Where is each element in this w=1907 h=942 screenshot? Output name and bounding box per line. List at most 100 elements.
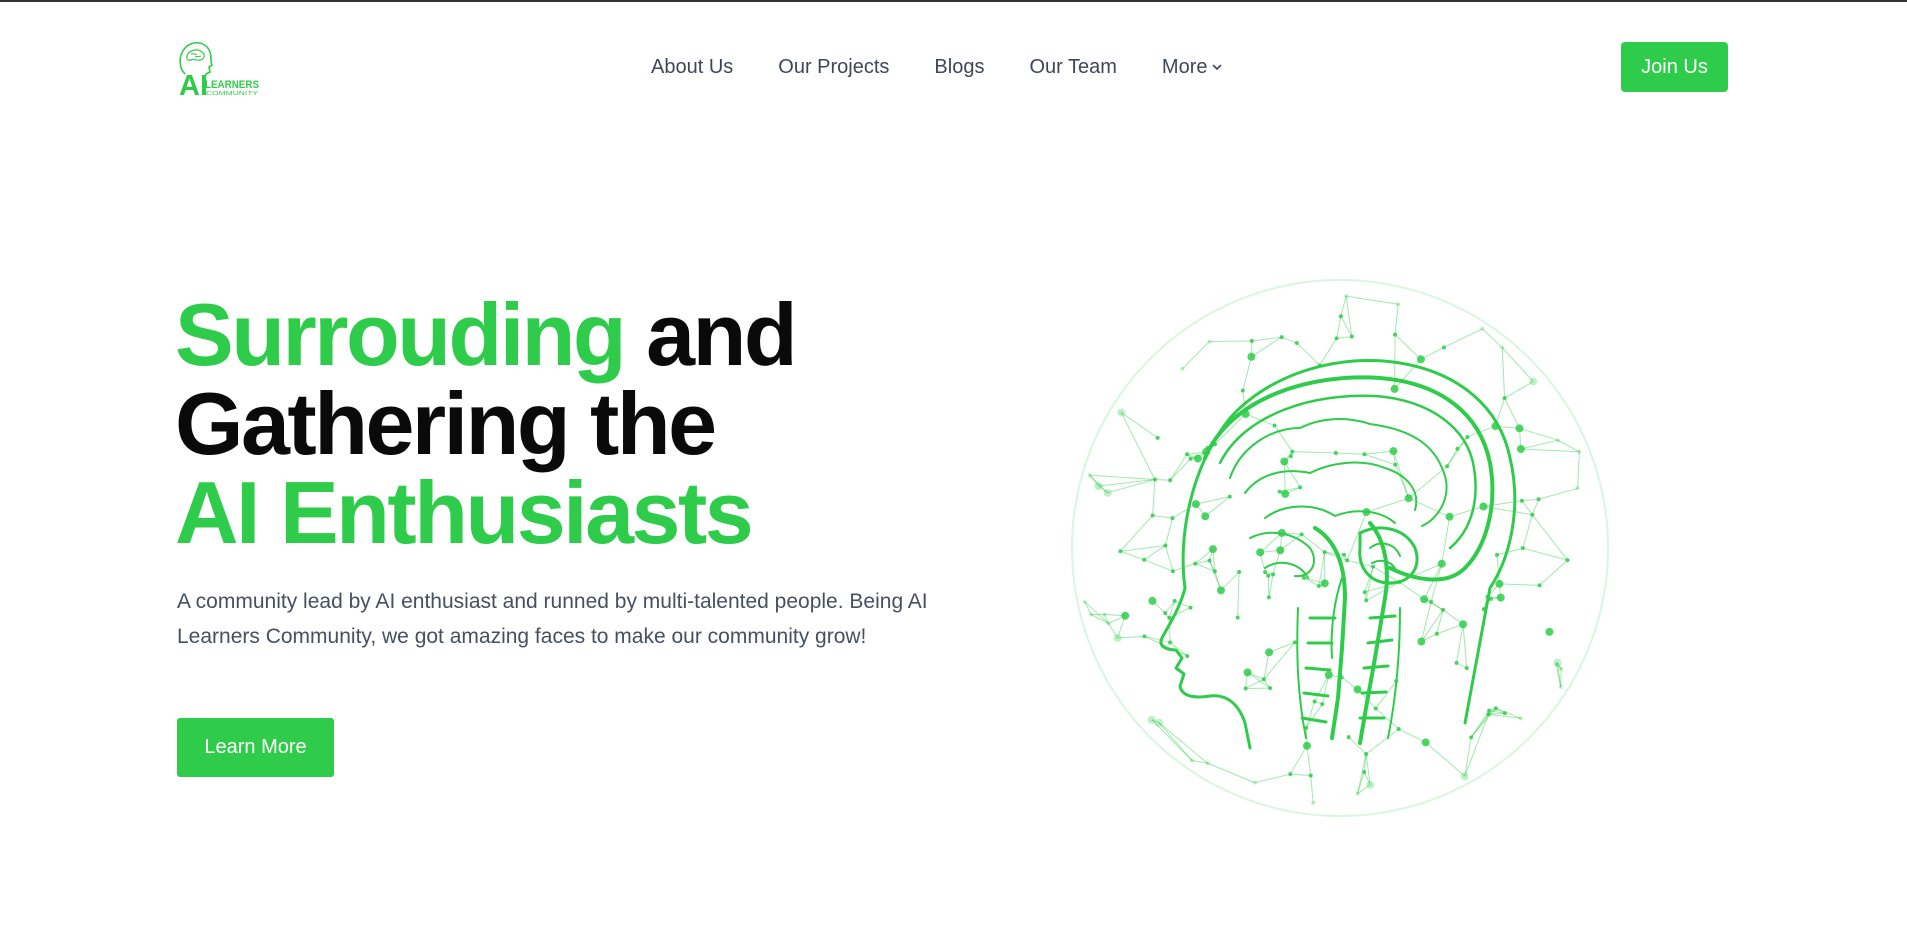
network-node bbox=[1113, 633, 1122, 642]
nav-blogs[interactable]: Blogs bbox=[934, 54, 984, 80]
network-line bbox=[1120, 412, 1156, 480]
network-node bbox=[1555, 438, 1560, 443]
network-node bbox=[1102, 612, 1107, 617]
network-node bbox=[1087, 473, 1092, 478]
brain-network-sphere-illustration bbox=[1071, 279, 1609, 817]
network-line bbox=[1242, 356, 1252, 391]
network-node bbox=[1281, 489, 1290, 498]
network-line bbox=[1289, 745, 1308, 775]
network-node bbox=[1362, 590, 1367, 595]
network-node bbox=[1247, 352, 1256, 361]
network-node bbox=[1168, 478, 1173, 483]
nav-more-dropdown[interactable]: More bbox=[1162, 54, 1223, 80]
join-us-button[interactable]: Join Us bbox=[1621, 42, 1728, 92]
chevron-down-icon bbox=[1212, 62, 1222, 72]
network-line bbox=[1443, 328, 1483, 348]
network-line bbox=[1538, 487, 1578, 500]
network-line bbox=[1084, 601, 1092, 615]
network-node bbox=[1465, 435, 1470, 440]
network-node bbox=[1516, 444, 1525, 453]
network-node bbox=[1263, 570, 1268, 575]
network-node bbox=[1148, 596, 1157, 605]
network-node bbox=[1152, 477, 1157, 482]
network-line bbox=[1314, 674, 1330, 702]
network-node bbox=[1553, 658, 1562, 667]
network-line bbox=[1346, 295, 1399, 305]
network-line bbox=[1305, 703, 1323, 729]
network-node bbox=[1189, 758, 1194, 763]
network-node bbox=[1276, 546, 1285, 555]
network-line bbox=[1169, 453, 1188, 481]
network-node bbox=[1180, 366, 1185, 371]
network-node bbox=[1155, 435, 1160, 440]
network-line bbox=[1164, 517, 1174, 546]
nav-our-team-label: Our Team bbox=[1029, 55, 1117, 78]
network-node bbox=[1565, 558, 1570, 563]
network-node bbox=[1266, 595, 1271, 600]
network-node bbox=[1292, 640, 1297, 645]
network-node bbox=[1212, 569, 1217, 574]
network-node bbox=[1445, 464, 1450, 469]
network-line bbox=[1089, 474, 1155, 480]
network-node bbox=[1364, 598, 1369, 603]
network-node bbox=[1118, 549, 1123, 554]
network-line bbox=[1394, 304, 1399, 335]
network-node bbox=[1237, 570, 1242, 575]
network-line bbox=[1306, 745, 1312, 776]
network-node bbox=[1429, 599, 1434, 604]
network-line bbox=[1254, 773, 1291, 784]
network-node bbox=[1338, 314, 1343, 319]
network-node bbox=[1366, 780, 1375, 789]
network-line bbox=[1303, 577, 1320, 587]
network-line bbox=[1521, 500, 1533, 516]
network-node bbox=[1536, 497, 1541, 502]
logo-word-text: LEARNERS bbox=[205, 79, 259, 91]
network-line bbox=[1340, 296, 1347, 317]
network-node bbox=[1184, 452, 1189, 457]
network-node bbox=[1207, 558, 1212, 563]
network-node bbox=[1256, 548, 1265, 557]
network-node bbox=[1345, 558, 1350, 563]
network-node bbox=[1455, 446, 1460, 451]
nav-our-projects[interactable]: Our Projects bbox=[778, 54, 889, 80]
hero-title-highlight-1: Surrouding bbox=[175, 285, 627, 384]
network-node bbox=[1559, 666, 1564, 671]
network-node bbox=[1235, 615, 1240, 620]
nav-about-us[interactable]: About Us bbox=[651, 54, 733, 80]
network-node bbox=[1364, 751, 1369, 756]
network-line bbox=[1520, 439, 1558, 450]
network-node bbox=[1261, 677, 1266, 682]
network-node bbox=[1082, 599, 1087, 604]
network-line bbox=[1335, 452, 1365, 455]
nav-our-team[interactable]: Our Team bbox=[1029, 54, 1116, 80]
network-node bbox=[1311, 800, 1316, 805]
network-node bbox=[1495, 579, 1504, 588]
network-line bbox=[1531, 514, 1568, 561]
network-node bbox=[1519, 498, 1524, 503]
network-node bbox=[1106, 621, 1111, 626]
network-node bbox=[1320, 579, 1329, 588]
network-node bbox=[1193, 561, 1198, 566]
nav-our-projects-label: Our Projects bbox=[778, 55, 890, 78]
learn-more-button[interactable]: Learn More bbox=[177, 718, 334, 777]
network-line bbox=[1207, 762, 1256, 784]
network-line bbox=[1144, 635, 1188, 657]
site-logo[interactable]: AI LEARNERS COMMUNITY bbox=[175, 38, 261, 98]
network-node bbox=[1437, 559, 1446, 568]
network-node bbox=[1454, 660, 1459, 665]
network-line bbox=[1365, 581, 1400, 601]
network-line bbox=[1120, 515, 1153, 552]
network-line bbox=[1470, 708, 1497, 738]
network-node bbox=[1094, 482, 1103, 491]
network-node bbox=[1371, 564, 1376, 569]
network-line bbox=[1456, 624, 1464, 663]
network-node bbox=[1464, 666, 1469, 671]
network-line bbox=[1462, 624, 1468, 669]
network-line bbox=[1501, 347, 1506, 399]
hero-title-part-2: Gathering the bbox=[175, 374, 717, 473]
network-node bbox=[1493, 706, 1498, 711]
network-line bbox=[1296, 342, 1321, 366]
network-line bbox=[1182, 341, 1210, 370]
network-node bbox=[1421, 738, 1430, 747]
hero-title-highlight-2: AI Enthusiasts bbox=[175, 463, 754, 562]
